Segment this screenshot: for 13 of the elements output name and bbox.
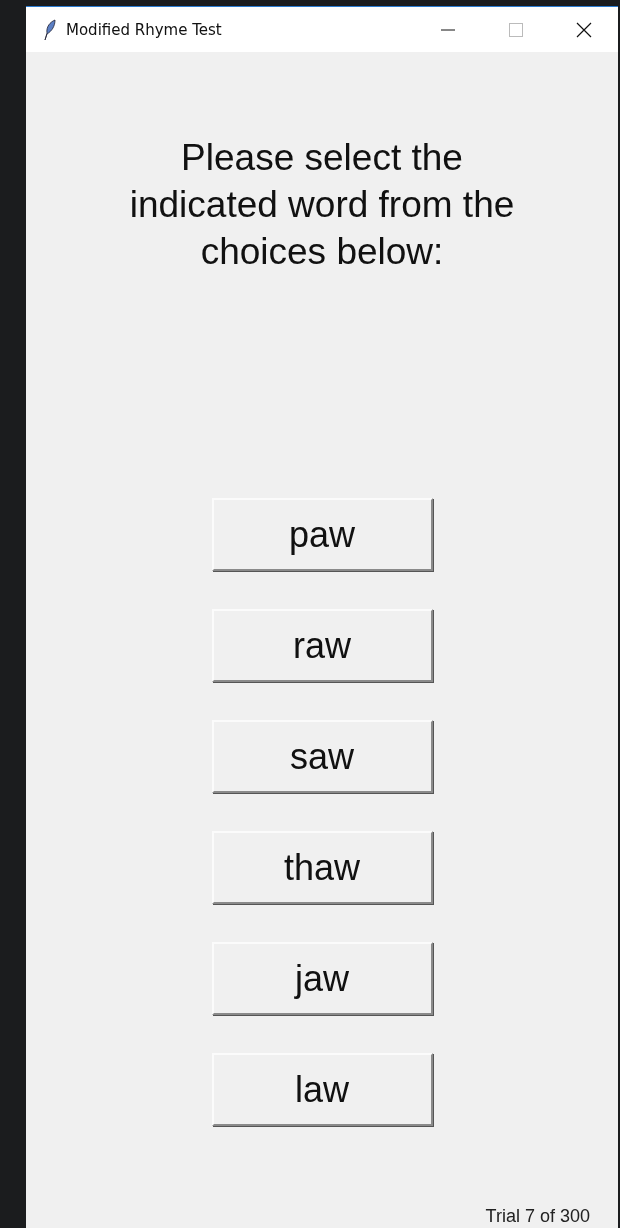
- close-icon: [576, 21, 592, 38]
- maximize-icon: [508, 21, 524, 38]
- word-choice-button[interactable]: thaw: [211, 831, 433, 904]
- word-choice-button[interactable]: law: [211, 1053, 433, 1126]
- trial-counter: Trial 7 of 300: [485, 1206, 590, 1227]
- word-choice-button[interactable]: saw: [211, 720, 433, 793]
- word-choice-button[interactable]: paw: [211, 498, 433, 571]
- minimize-icon: [441, 28, 455, 31]
- word-choice-button[interactable]: raw: [211, 609, 433, 682]
- window-title: Modified Rhyme Test: [66, 20, 222, 39]
- word-choice-button[interactable]: jaw: [211, 942, 433, 1015]
- feather-icon: [42, 18, 56, 41]
- instruction-text: Please select the indicated word from the choices below:: [128, 136, 516, 274]
